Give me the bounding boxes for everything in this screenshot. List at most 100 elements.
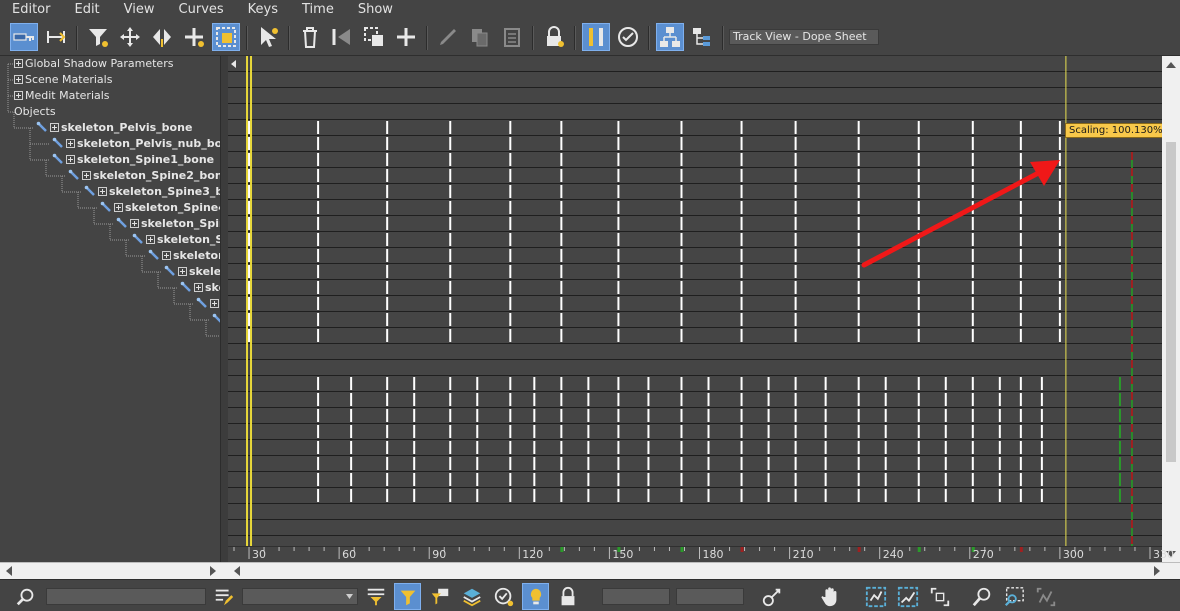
show-keyable-icons-button[interactable] (614, 23, 642, 51)
insert-time-button[interactable] (392, 23, 420, 51)
menu-item-time[interactable]: Time (290, 0, 346, 20)
tree-item[interactable]: Objects (14, 104, 56, 120)
pan-button[interactable] (816, 583, 843, 610)
frame-extents-button[interactable] (926, 583, 953, 610)
filter-keyable-button[interactable] (490, 583, 517, 610)
view-title-field[interactable]: Track View - Dope Sheet (729, 29, 879, 45)
tree-item[interactable]: skeleton_Spine6_bone (132, 232, 220, 248)
modify-child-keys-button[interactable] (688, 23, 716, 51)
tree-item[interactable]: skeleton_Spine9_bone (180, 280, 220, 296)
snap-frames-button[interactable] (582, 23, 610, 51)
edit-ranges-button[interactable] (42, 23, 70, 51)
copy-track-button[interactable] (466, 23, 494, 51)
frame-brackets-icon (930, 587, 949, 606)
modify-subtree-button[interactable] (656, 23, 684, 51)
scroll-up-arrow-icon[interactable] (1162, 56, 1180, 73)
tree-item[interactable]: Medit Materials (14, 88, 110, 104)
bone-icon (164, 265, 176, 277)
timeline-ruler[interactable]: 30 60 90 120 150 180 210 240 270 300 330 (228, 546, 1174, 562)
zoom-value-extents-button[interactable] (894, 583, 921, 610)
tree-scrollbar[interactable] (220, 56, 228, 562)
menu-item-keys[interactable]: Keys (236, 0, 290, 20)
isolate-curve-button[interactable] (1032, 583, 1059, 610)
show-selected-key-stats-button[interactable] (758, 583, 785, 610)
tree-item[interactable]: skeleton_Spine8_bone (164, 264, 220, 280)
ruler-tick-label: 240 (882, 548, 904, 561)
vertical-scrollbar[interactable] (1162, 56, 1180, 562)
menu-item-curves[interactable]: Curves (167, 0, 236, 20)
expand-plus-icon[interactable] (14, 59, 23, 68)
expand-plus-icon[interactable] (66, 139, 75, 148)
scale-keys-button[interactable] (212, 23, 240, 51)
select-keys-button[interactable] (254, 23, 282, 51)
bone-icon (212, 313, 220, 325)
filter-keys-tool-button[interactable] (10, 23, 38, 51)
horizontal-scrollbar[interactable] (0, 562, 1180, 579)
filter-layers-button[interactable] (458, 583, 485, 610)
controller-tree: Global Shadow Parameters Scene Materials M… (0, 56, 220, 562)
expand-plus-icon[interactable] (82, 171, 91, 180)
expand-plus-icon[interactable] (146, 235, 155, 244)
selection-set-dropdown[interactable] (242, 588, 358, 605)
tree-item[interactable]: Scene Materials (14, 72, 112, 88)
expand-plus-icon[interactable] (14, 75, 23, 84)
filter-locked-button[interactable] (554, 583, 581, 610)
edit-keys-pencil-button[interactable] (434, 23, 462, 51)
menu-item-edit[interactable]: Edit (62, 0, 111, 20)
tree-item[interactable]: Global Shadow Parameters (14, 56, 173, 72)
paste-track-button[interactable] (498, 23, 526, 51)
expand-plus-icon[interactable] (66, 155, 75, 164)
expand-plus-icon[interactable] (14, 91, 23, 100)
expand-plus-icon[interactable] (114, 203, 123, 212)
tree-item[interactable]: skeleton_Spine4_bone (100, 200, 220, 216)
zoom-button[interactable] (968, 583, 995, 610)
move-keys-button[interactable] (116, 23, 144, 51)
add-remove-time-button[interactable] (180, 23, 208, 51)
scroll-left-arrow-icon[interactable] (2, 563, 16, 579)
tree-item[interactable]: skeleton_Pelvis_nub_bone (52, 136, 220, 152)
sheet-scroll-right-arrow-icon[interactable] (1150, 563, 1164, 579)
menu-item-show[interactable]: Show (346, 0, 405, 20)
filter-list-button[interactable] (210, 583, 237, 610)
vertical-scroll-thumb[interactable] (1166, 142, 1176, 462)
sheet-scroll-left-arrow-icon[interactable] (230, 563, 244, 579)
tree-item[interactable]: skeleton_Spine5_bone (116, 216, 220, 232)
bone-icon (36, 121, 48, 133)
tree-item[interactable]: skeleton_Pelvis_bone (36, 120, 192, 136)
filter-selected-tracks-button[interactable] (362, 583, 389, 610)
tree-item[interactable]: skeleton_Spine7_bone (148, 248, 220, 264)
tree-scroll-right-arrow-icon[interactable] (206, 563, 220, 579)
dope-sheet-area[interactable] (228, 56, 1162, 546)
menu-item-editor[interactable]: Editor (0, 0, 62, 20)
expand-plus-icon[interactable] (130, 219, 139, 228)
tree-item[interactable] (212, 312, 220, 328)
value-field[interactable] (676, 588, 744, 605)
expand-plus-icon[interactable] (194, 283, 203, 292)
expand-plus-icon[interactable] (178, 267, 187, 276)
frame-field[interactable] (602, 588, 670, 605)
zoom-region-button[interactable] (1000, 583, 1027, 610)
expand-plus-icon[interactable] (50, 123, 59, 132)
tree-item[interactable]: skeleton_Spine10_bone (196, 296, 220, 312)
expand-plus-icon[interactable] (162, 251, 171, 260)
filter-active-layer-button[interactable] (522, 583, 549, 610)
zoom-horizontal-extents-button[interactable] (862, 583, 889, 610)
trash-icon (303, 27, 317, 48)
filter-unlocked-button[interactable] (426, 583, 453, 610)
tree-item[interactable]: skeleton_Spine2_bone (68, 168, 220, 184)
expand-plus-icon[interactable] (210, 299, 219, 308)
zoom-selected-object-button[interactable] (12, 583, 39, 610)
filter-button[interactable] (84, 23, 112, 51)
delete-keys-button[interactable] (296, 23, 324, 51)
tree-item[interactable]: skeleton_Spine3_bone (84, 184, 220, 200)
reverse-time-button[interactable] (328, 23, 356, 51)
select-by-name-field[interactable] (46, 588, 206, 605)
slide-keys-button[interactable] (148, 23, 176, 51)
menu-item-view[interactable]: View (112, 0, 167, 20)
expand-plus-icon[interactable] (98, 187, 107, 196)
tree-item[interactable]: skeleton_Spine1_bone (52, 152, 214, 168)
select-time-button[interactable] (360, 23, 388, 51)
lock-selection-button[interactable] (540, 23, 568, 51)
filter-animated-tracks-button[interactable] (394, 583, 421, 610)
tree-item-label: Global Shadow Parameters (25, 57, 174, 70)
